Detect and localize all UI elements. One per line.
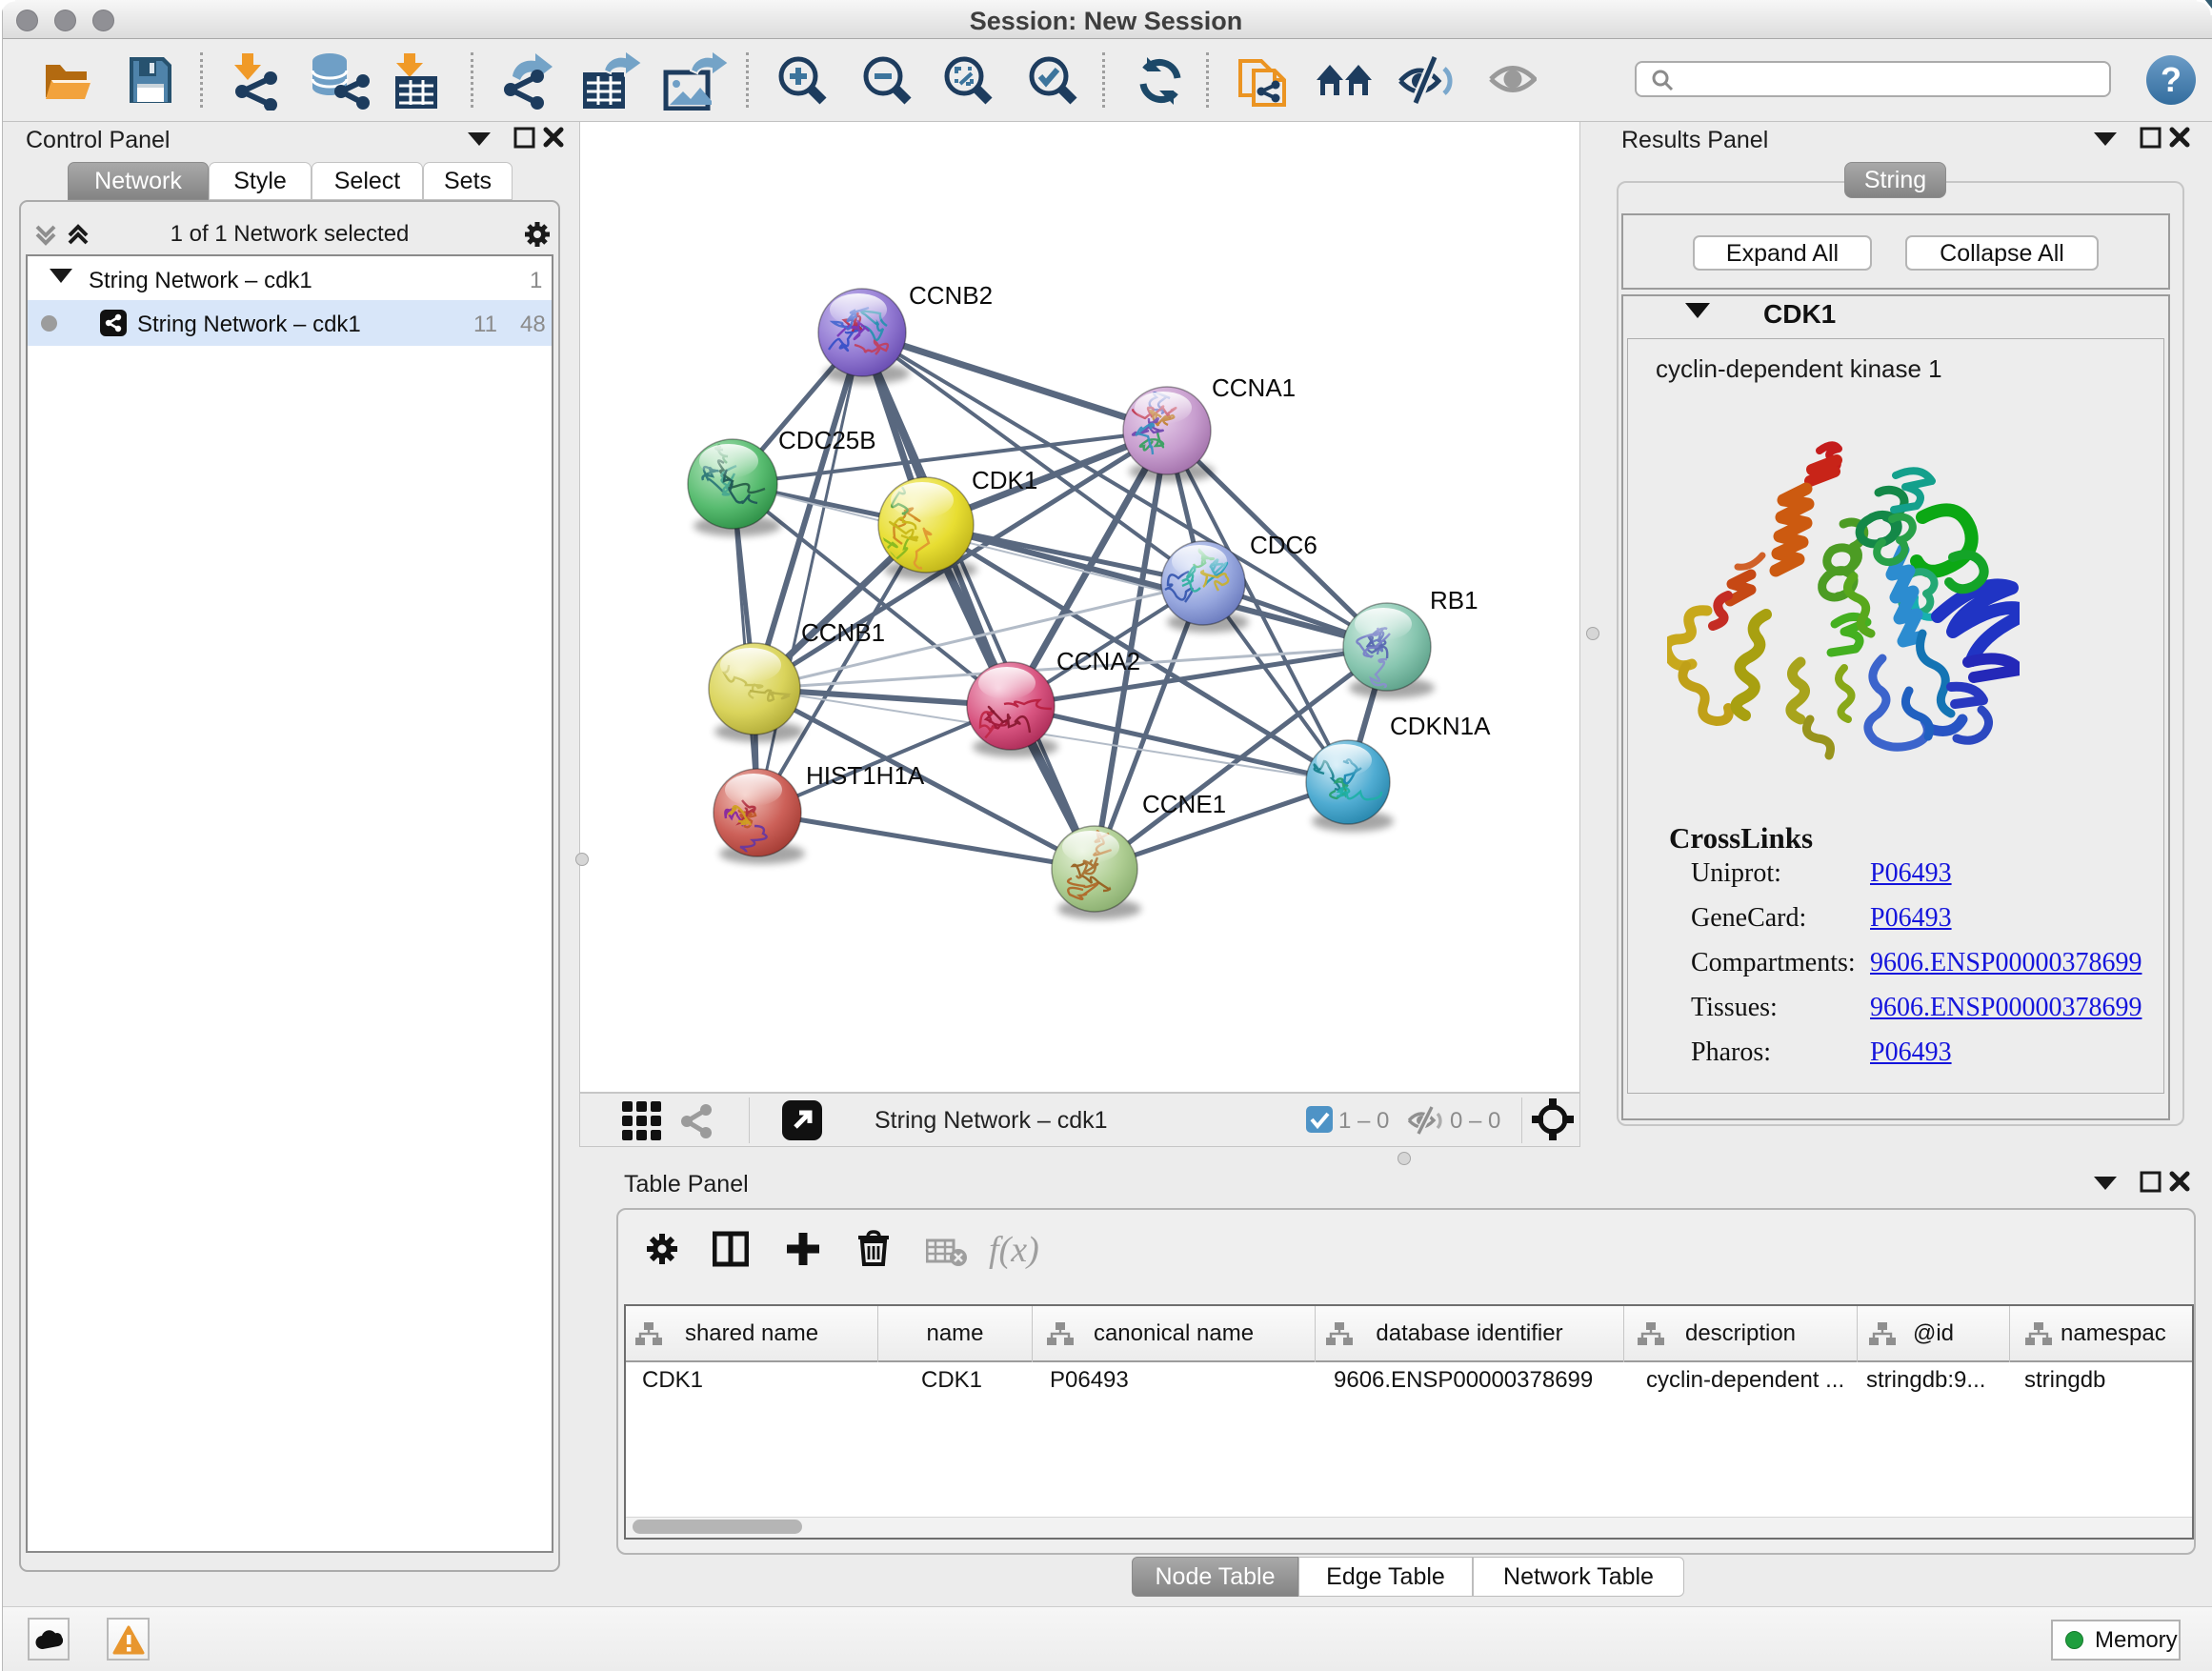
svg-text:CCNE1: CCNE1 [1142,790,1226,818]
svg-text:CDC25B: CDC25B [778,426,876,454]
svg-text:CCNA2: CCNA2 [1056,647,1140,675]
svg-text:CDK1: CDK1 [972,466,1037,494]
svg-text:CCNA1: CCNA1 [1212,373,1296,402]
svg-text:HIST1H1A: HIST1H1A [806,761,925,790]
svg-text:CDC6: CDC6 [1250,531,1317,559]
svg-text:RB1: RB1 [1430,586,1478,614]
svg-text:?: ? [2161,60,2182,99]
svg-text:CDKN1A: CDKN1A [1390,712,1491,740]
svg-text:CCNB2: CCNB2 [909,281,993,310]
svg-text:CCNB1: CCNB1 [801,618,885,647]
